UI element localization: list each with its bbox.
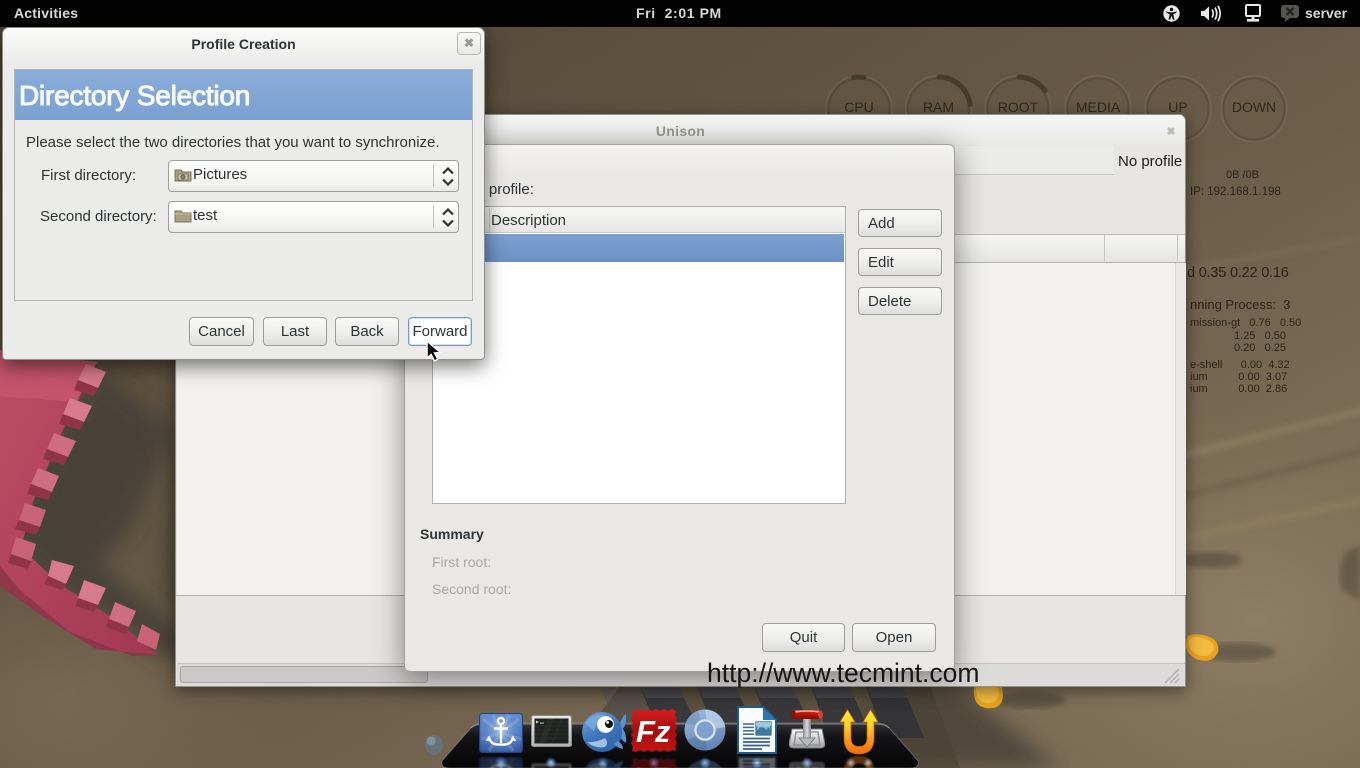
svg-text:ROOT: ROOT xyxy=(998,99,1039,115)
svg-text:MEDIA: MEDIA xyxy=(1076,99,1121,115)
svg-text:CPU: CPU xyxy=(844,99,874,115)
svg-text:UP: UP xyxy=(1168,99,1187,115)
svg-text:Fz: Fz xyxy=(636,714,671,749)
svg-text:Fz: Fz xyxy=(636,761,671,768)
svg-text:RAM: RAM xyxy=(923,99,954,115)
svg-text:DOWN: DOWN xyxy=(1232,99,1276,115)
